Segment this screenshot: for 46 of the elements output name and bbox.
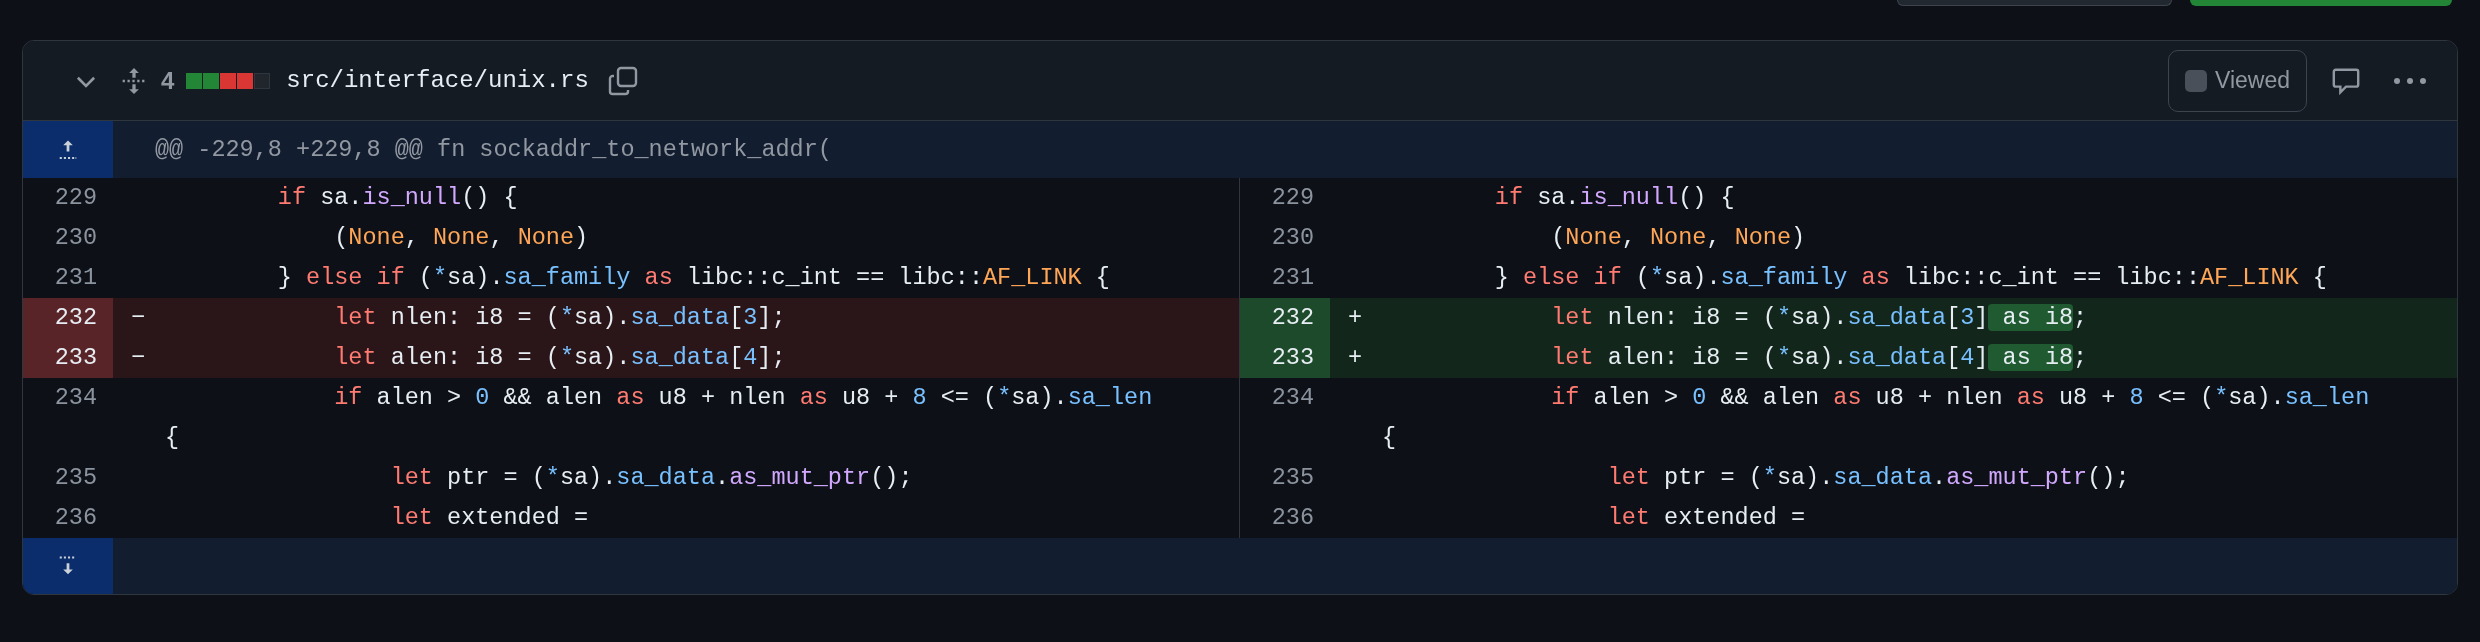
code-line: let nlen: i8 = (*sa).sa_data[3]; — [333, 304, 786, 331]
code-line: if sa.is_null() { — [1493, 184, 1735, 211]
copy-icon[interactable] — [606, 64, 639, 97]
line-number: 229 — [54, 184, 97, 211]
code-line: let ptr = (*sa).sa_data.as_mut_ptr(); — [1606, 464, 2130, 491]
diff-marker: + — [1348, 304, 1363, 331]
line-number: 232 — [1271, 304, 1314, 331]
line-number: 231 — [54, 264, 97, 291]
code-line: if alen > 0 && alen as u8 + nlen as u8 + 8 <= (*sa).sa_len — [333, 384, 1153, 411]
line-number: 231 — [1271, 264, 1314, 291]
line-number: 236 — [54, 504, 97, 531]
code-line: let alen: i8 = (*sa).sa_data[4]; — [333, 344, 786, 371]
viewed-checkbox[interactable] — [2184, 69, 2207, 92]
code-line: let ptr = (*sa).sa_data.as_mut_ptr(); — [389, 464, 913, 491]
viewed-button[interactable]: Viewed — [2167, 49, 2307, 112]
file-path[interactable]: src/interface/unix.rs — [286, 62, 589, 99]
line-number: 236 — [1271, 504, 1314, 531]
code-line: { — [1382, 424, 1397, 451]
line-number: 232 — [54, 304, 97, 331]
code-line: let alen: i8 = (*sa).sa_data[4] as i8; — [1550, 344, 2088, 371]
code-line: if sa.is_null() { — [276, 184, 518, 211]
move-arrows-icon[interactable] — [121, 67, 147, 94]
line-number: 233 — [1271, 344, 1314, 371]
code-line: { — [165, 424, 180, 451]
line-number: 234 — [54, 384, 97, 411]
code-line: } else if (*sa).sa_family as libc::c_int == libc::AF_LINK { — [1493, 264, 2327, 291]
hunk-header: @@ -229,8 +229,8 @@ fn sockaddr_to_network_addr( — [155, 134, 832, 165]
diff-marker: − — [131, 344, 146, 371]
line-number: 233 — [54, 344, 97, 371]
code-line: (None, None, None) — [333, 224, 589, 251]
diff-marker: − — [131, 304, 146, 331]
diff-marker: + — [1348, 344, 1363, 371]
code-line: let extended = — [1606, 504, 1806, 531]
code-line: (None, None, None) — [1550, 224, 1806, 251]
code-line: let nlen: i8 = (*sa).sa_data[3] as i8; — [1550, 304, 2088, 331]
line-number: 234 — [1271, 384, 1314, 411]
code-line: let extended = — [389, 504, 589, 531]
more-options-icon[interactable] — [2393, 75, 2427, 86]
change-count: 4 — [161, 65, 175, 96]
line-number: 230 — [1271, 224, 1314, 251]
line-number: 235 — [1271, 464, 1314, 491]
code-line: if alen > 0 && alen as u8 + nlen as u8 + 8 <= (*sa).sa_len — [1550, 384, 2370, 411]
line-number: 229 — [1271, 184, 1314, 211]
code-line: } else if (*sa).sa_family as libc::c_int == libc::AF_LINK { — [276, 264, 1110, 291]
line-number: 235 — [54, 464, 97, 491]
line-number: 230 — [54, 224, 97, 251]
